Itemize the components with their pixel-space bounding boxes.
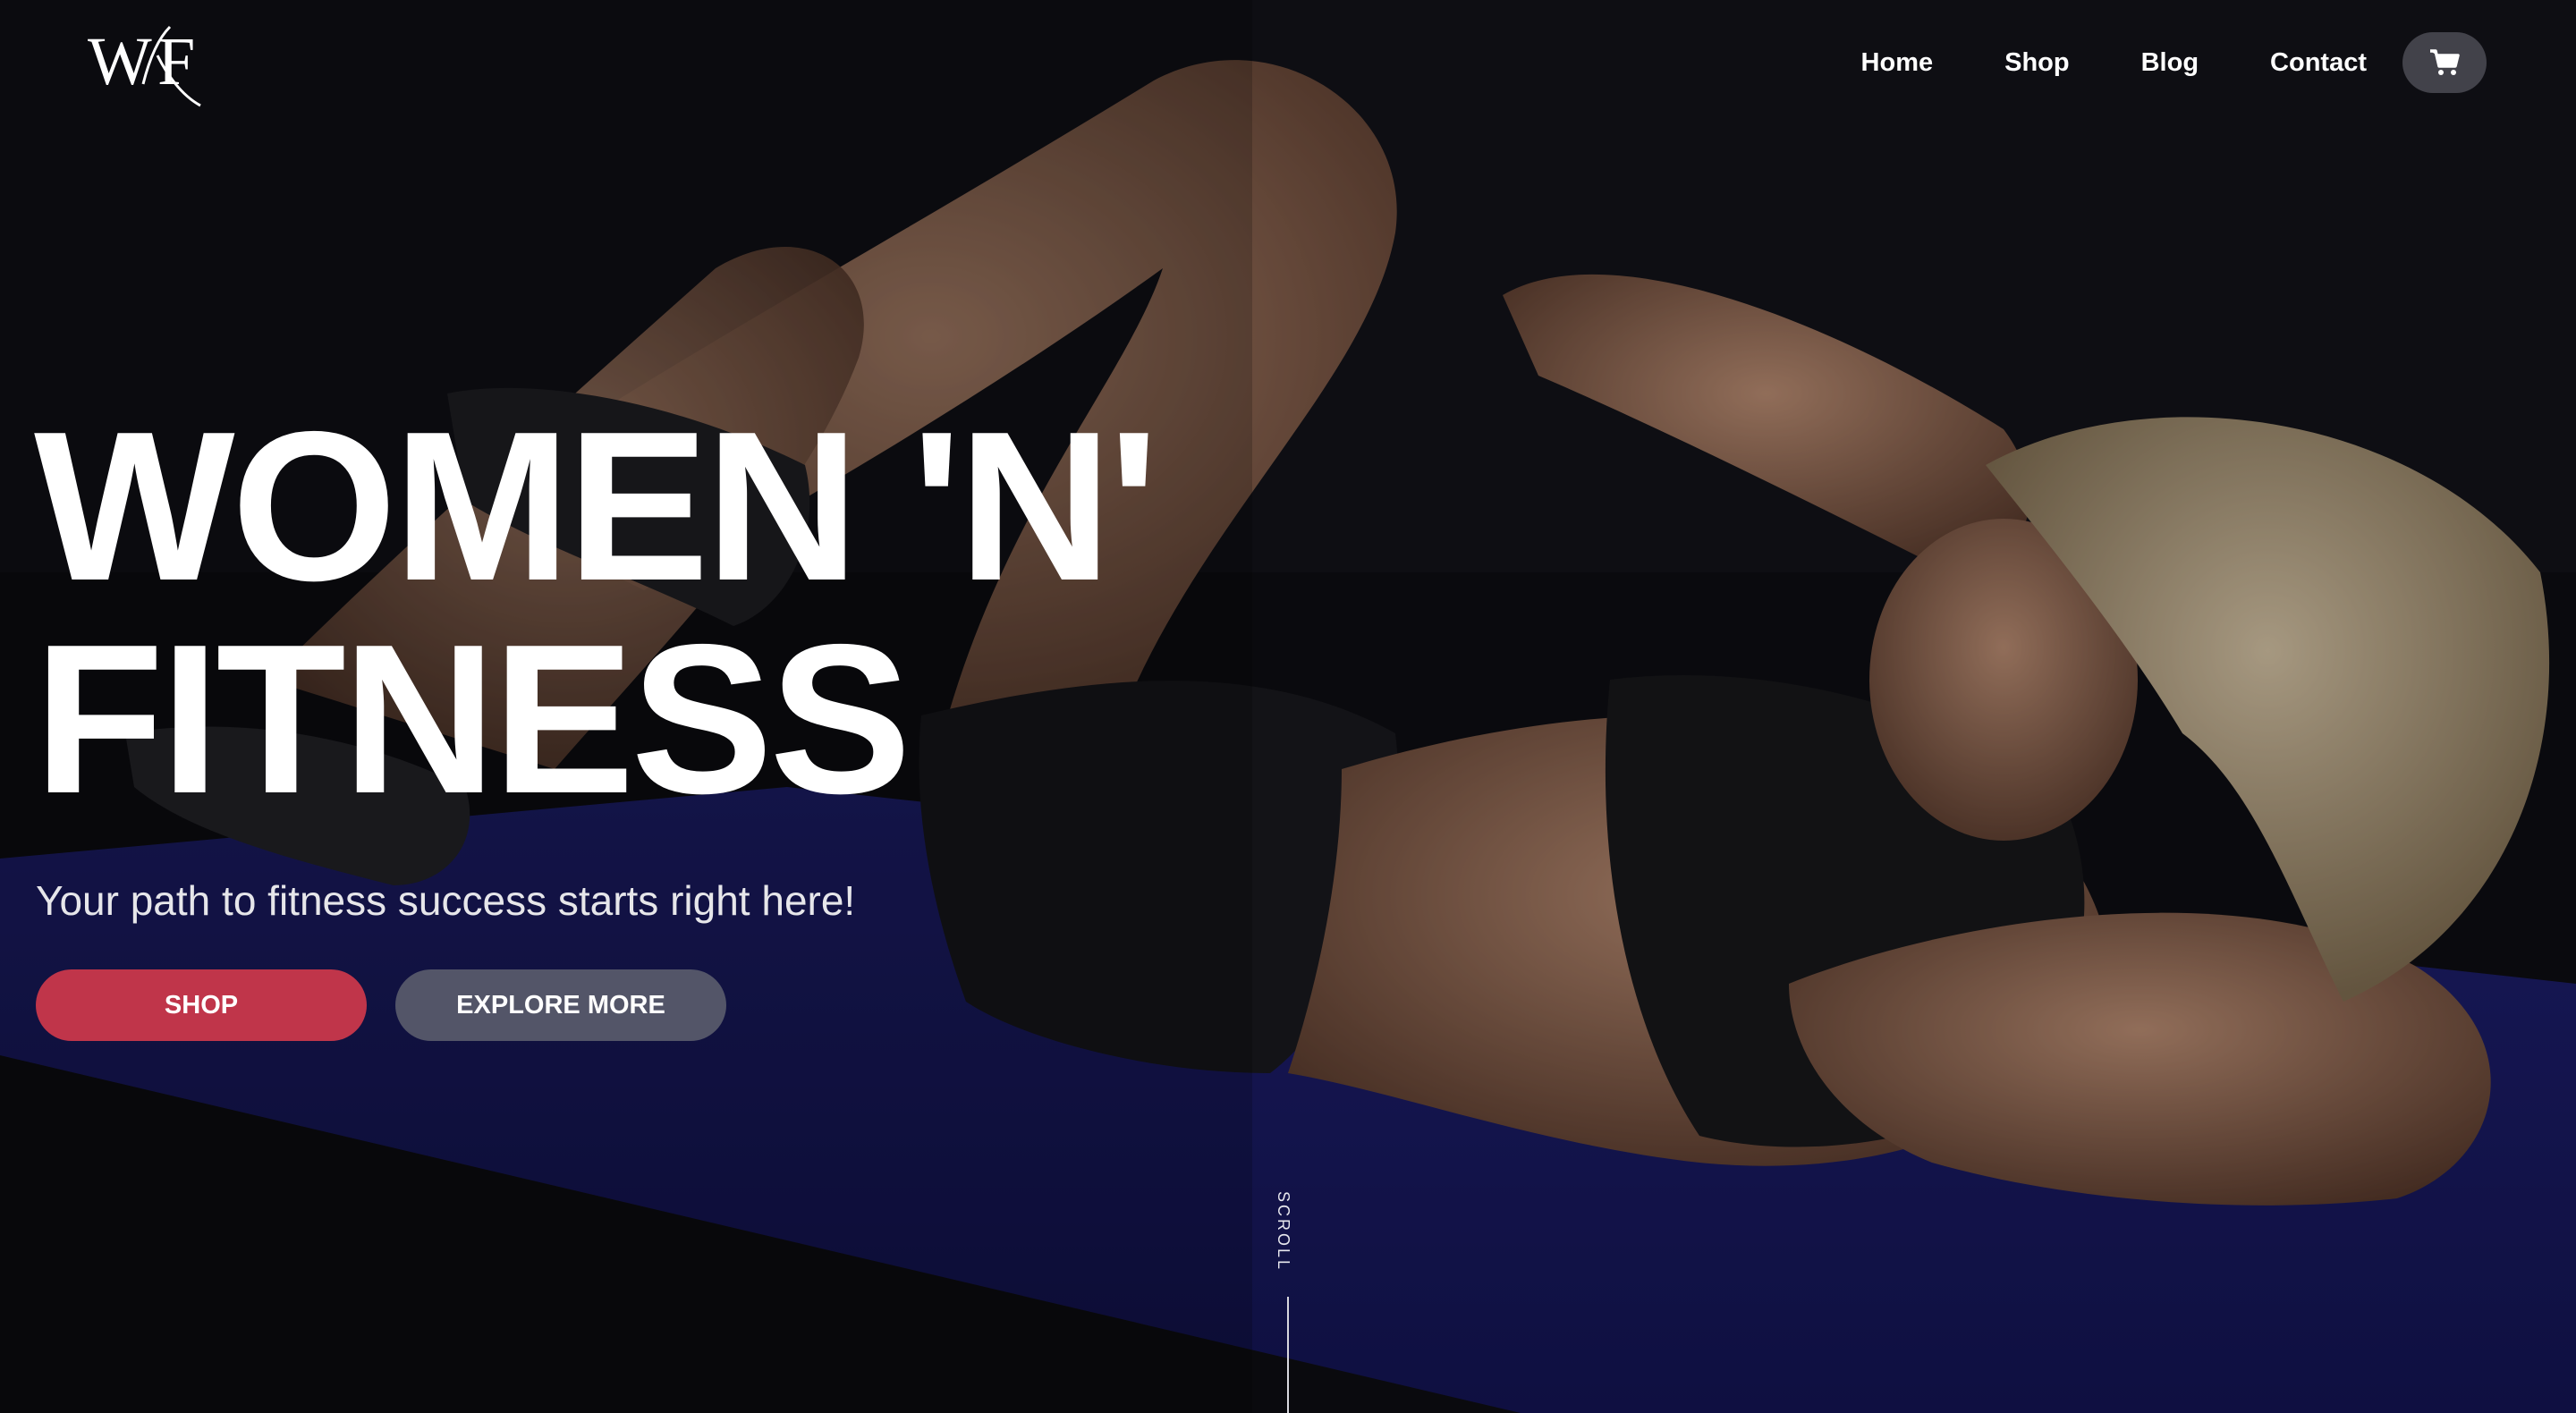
scroll-label: SCROLL — [1275, 1191, 1292, 1273]
explore-more-button[interactable]: EXPLORE MORE — [395, 969, 726, 1041]
shop-button[interactable]: SHOP — [36, 969, 367, 1041]
nav-shop[interactable]: Shop — [1969, 32, 2106, 93]
nav-contact[interactable]: Contact — [2234, 32, 2402, 93]
scroll-line — [1287, 1297, 1289, 1413]
wnf-logo-icon: W F — [88, 24, 201, 107]
svg-text:W: W — [88, 24, 152, 99]
headline-line-1: WOMEN 'N' — [34, 388, 1159, 625]
cart-button[interactable] — [2402, 32, 2487, 93]
hero-section: W F Home Shop Blog Contact WOMEN 'N' FIT… — [0, 0, 2576, 1413]
main-navigation: Home Shop Blog Contact — [1826, 32, 2487, 93]
hero-subtitle: Your path to fitness success starts righ… — [36, 877, 856, 924]
site-logo[interactable]: W F — [88, 20, 213, 109]
nav-home[interactable]: Home — [1826, 32, 1970, 93]
headline-line-2: FITNESS — [34, 601, 911, 838]
hero-headline: WOMEN 'N' FITNESS — [34, 388, 1159, 838]
nav-blog[interactable]: Blog — [2106, 32, 2234, 93]
cart-icon — [2430, 49, 2460, 75]
scroll-indicator[interactable]: SCROLL — [1274, 1191, 1301, 1413]
